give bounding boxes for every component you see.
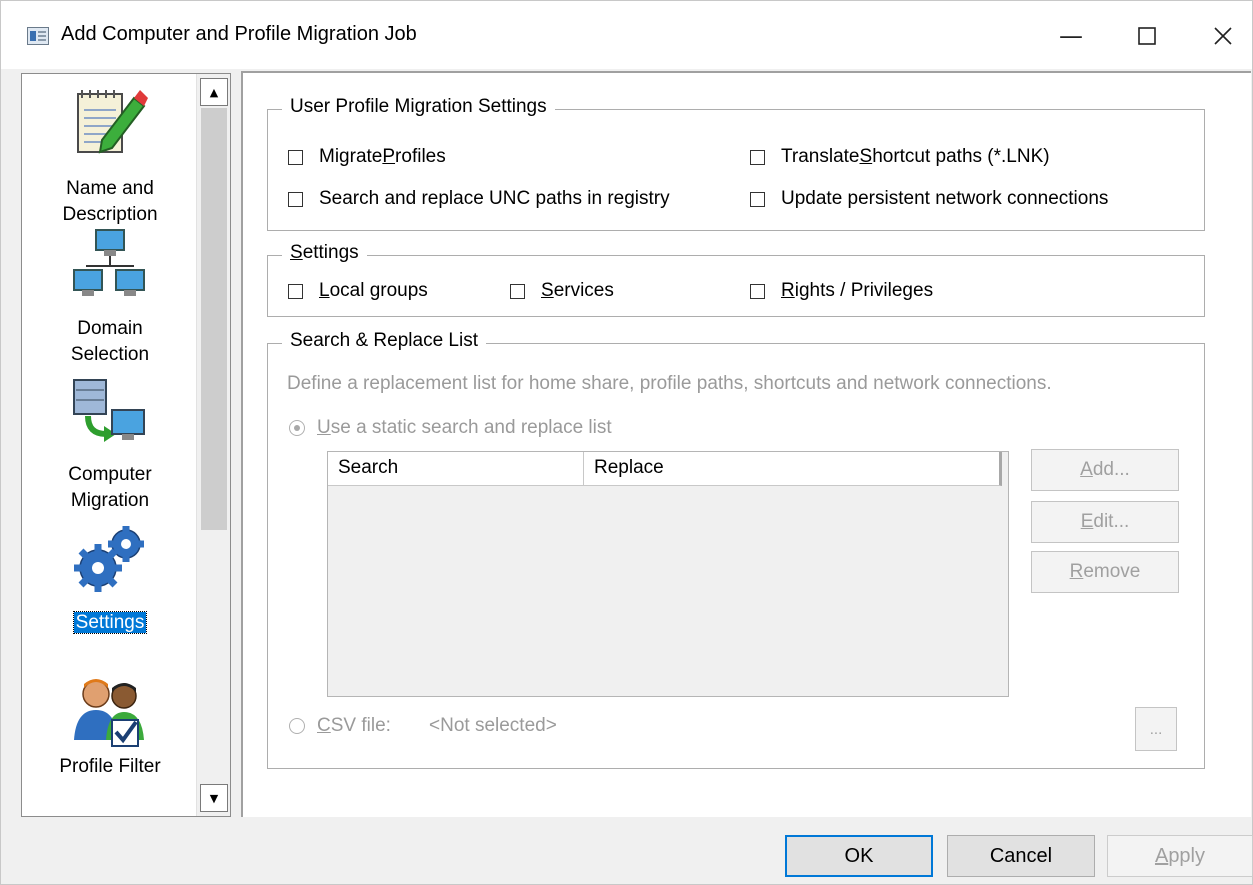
maximize-button[interactable] bbox=[1117, 15, 1177, 57]
dialog-window: Add Computer and Profile Migration Job —… bbox=[0, 0, 1253, 885]
checkbox-box[interactable] bbox=[510, 283, 525, 299]
checkbox-box[interactable] bbox=[750, 283, 765, 299]
close-icon bbox=[1214, 27, 1232, 45]
checkbox-box[interactable] bbox=[288, 283, 303, 299]
maximize-icon bbox=[1138, 27, 1156, 45]
migrate-profiles-checkbox[interactable]: Migrate Profiles bbox=[288, 146, 446, 168]
profile-migration-group: User Profile Migration Settings Migrate … bbox=[267, 96, 1205, 231]
close-button[interactable] bbox=[1193, 15, 1253, 57]
nav-item-profile-filter[interactable]: Profile Filter bbox=[22, 668, 198, 788]
browse-csv-button[interactable]: ... bbox=[1135, 707, 1177, 751]
title-bar: Add Computer and Profile Migration Job — bbox=[1, 1, 1252, 69]
nav-label: Computer bbox=[68, 464, 152, 485]
server-migration-icon bbox=[73, 379, 145, 442]
arrow-down-icon: ▼ bbox=[209, 791, 219, 805]
nav-scrollbar[interactable]: ▲ ▼ bbox=[196, 74, 230, 816]
scroll-down-button[interactable]: ▼ bbox=[200, 784, 228, 812]
column-header-replace[interactable]: Replace bbox=[584, 452, 1002, 486]
csv-file-radio[interactable]: C SV file: bbox=[289, 715, 391, 737]
scroll-thumb[interactable] bbox=[201, 108, 227, 530]
static-list-radio[interactable]: Use a static search and replace list bbox=[289, 417, 612, 439]
edit-button[interactable]: Edit... bbox=[1031, 501, 1179, 543]
nav-label: Selection bbox=[70, 344, 150, 365]
translate-shortcut-checkbox[interactable]: Translate Shortcut paths (*.LNK) bbox=[750, 146, 1050, 168]
scroll-up-button[interactable]: ▲ bbox=[200, 78, 228, 106]
services-checkbox[interactable]: Services bbox=[510, 280, 614, 302]
settings-group: Settings Local groups Services Rights / … bbox=[267, 242, 1205, 317]
arrow-up-icon: ▲ bbox=[209, 85, 219, 99]
checkbox-box[interactable] bbox=[750, 149, 765, 165]
apply-button[interactable]: Apply bbox=[1107, 835, 1253, 877]
column-header-search[interactable]: Search bbox=[328, 452, 584, 486]
search-replace-list[interactable]: Search Replace bbox=[327, 451, 1009, 697]
update-persistent-connections-checkbox[interactable]: Update persistent network connections bbox=[750, 188, 1108, 210]
notepad-pencil-icon bbox=[77, 90, 148, 154]
checkbox-box[interactable] bbox=[288, 149, 303, 165]
navigation-pane: Name and Description Domain Selection Co… bbox=[21, 73, 231, 817]
search-replace-unc-checkbox[interactable]: Search and replace UNC paths in registry bbox=[288, 188, 670, 210]
nav-label: Migration bbox=[70, 490, 150, 511]
minimize-button[interactable]: — bbox=[1041, 15, 1101, 57]
minimize-icon: — bbox=[1059, 22, 1083, 50]
nav-label: Name and bbox=[66, 178, 154, 199]
csv-file-value: <Not selected> bbox=[429, 715, 557, 736]
group-title: Settings bbox=[282, 242, 367, 264]
nav-label: Settings bbox=[72, 611, 148, 634]
users-check-icon bbox=[74, 679, 144, 747]
radio-button[interactable] bbox=[289, 420, 305, 436]
nav-label: Domain bbox=[77, 318, 143, 339]
add-button[interactable]: Add... bbox=[1031, 449, 1179, 491]
nav-item-settings[interactable]: Settings bbox=[22, 518, 198, 638]
radio-button[interactable] bbox=[289, 718, 305, 734]
gears-icon bbox=[74, 526, 144, 592]
rights-privileges-checkbox[interactable]: Rights / Privileges bbox=[750, 280, 933, 302]
nav-item-name-description[interactable]: Name and Description bbox=[22, 80, 198, 225]
checkbox-box[interactable] bbox=[288, 191, 303, 207]
nav-label: Description bbox=[62, 204, 158, 225]
local-groups-checkbox[interactable]: Local groups bbox=[288, 280, 428, 302]
app-window-icon bbox=[27, 27, 49, 45]
network-computers-icon bbox=[73, 229, 145, 296]
ok-button[interactable]: OK bbox=[785, 835, 933, 877]
search-replace-description: Define a replacement list for home share… bbox=[287, 373, 1052, 394]
nav-label: Profile Filter bbox=[59, 756, 161, 777]
group-title: User Profile Migration Settings bbox=[282, 96, 555, 118]
checkbox-box[interactable] bbox=[750, 191, 765, 207]
nav-item-domain-selection[interactable]: Domain Selection bbox=[22, 226, 198, 366]
remove-button[interactable]: Remove bbox=[1031, 551, 1179, 593]
cancel-button[interactable]: Cancel bbox=[947, 835, 1095, 877]
nav-item-computer-migration[interactable]: Computer Migration bbox=[22, 372, 198, 512]
window-title: Add Computer and Profile Migration Job bbox=[61, 23, 417, 45]
group-title: Search & Replace List bbox=[282, 330, 486, 352]
settings-panel: User Profile Migration Settings Migrate … bbox=[241, 71, 1251, 817]
